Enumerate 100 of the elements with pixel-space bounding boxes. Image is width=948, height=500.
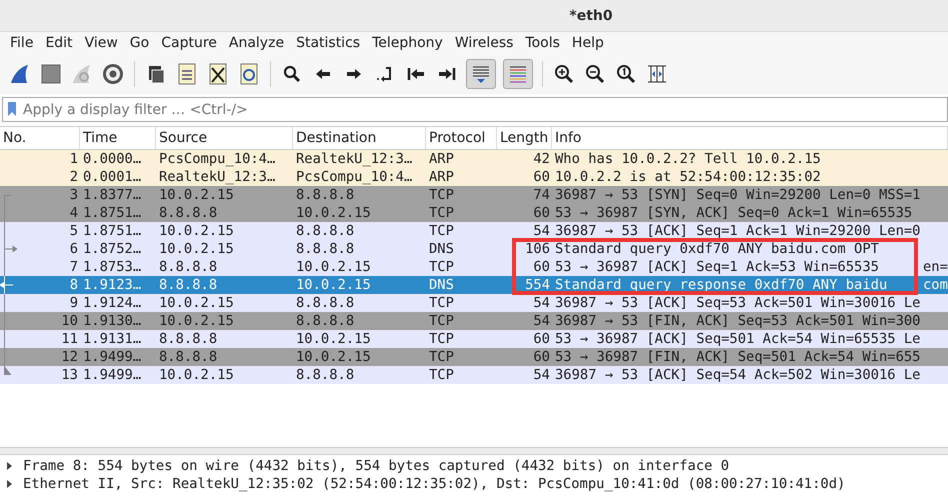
source-cell-text: RealtekU_12:3… <box>158 168 276 186</box>
column-header[interactable]: Protocol <box>426 127 497 149</box>
protocol-cell-text: TCP <box>428 204 455 222</box>
length-cell-text: 60 <box>532 348 551 366</box>
column-header[interactable]: Time <box>80 127 156 149</box>
time-cell-text: 1.8753… <box>82 258 142 276</box>
packet-row[interactable]: 5 1.8751… 10.0.2.15 8.8.8.8 TCP 54 36987 → 53 [ACK] Seq=1 Ack=1 Win=29200 Len=0 <box>0 222 948 240</box>
packet-row[interactable]: 9 1.9124… 10.0.2.15 8.8.8.8 TCP 54 36987 → 53 [ACK] Seq=53 Ack=501 Win=30016 Le <box>0 294 948 312</box>
packet-row[interactable]: 10 1.9130… 10.0.2.15 8.8.8.8 TCP 54 36987 → 53 [FIN, ACK] Seq=53 Ack=501 Win=300 <box>0 312 948 330</box>
packet-row[interactable]: 12 1.9499… 8.8.8.8 10.0.2.15 TCP 60 53 → 36987 [FIN, ACK] Seq=501 Ack=54 Win=655 <box>0 348 948 366</box>
length-cell-text: 54 <box>532 222 551 240</box>
detail-line[interactable]: Ethernet II, Src: RealtekU_12:35:02 (52:54:00:12:35:02), Dst: PcsCompu_10:41:0d (08:00:27:10:41:0d) <box>23 476 846 492</box>
packet-number: 3 <box>70 186 78 204</box>
time-cell-text: 0.0000… <box>82 150 142 168</box>
packet-row[interactable]: 4 1.8751… 8.8.8.8 10.0.2.15 TCP 60 53 → 36987 [SYN, ACK] Seq=0 Ack=1 Win=65535 <box>0 204 948 222</box>
length-cell-text: 60 <box>532 168 551 186</box>
zoom-out-icon[interactable] <box>583 62 607 86</box>
info-cell-text: 36987 → 53 [FIN, ACK] Seq=53 Ack=501 Win=300 <box>554 312 920 330</box>
source-cell-text: 8.8.8.8 <box>158 204 218 222</box>
packet-row[interactable]: 13 1.9499… 10.0.2.15 8.8.8.8 TCP 54 36987 → 53 [ACK] Seq=54 Ack=502 Win=30016 Le <box>0 366 948 384</box>
protocol-cell-text: TCP <box>428 366 455 384</box>
time-cell-text: 1.8752… <box>82 240 142 258</box>
length-cell-text: 60 <box>532 204 551 222</box>
column-header[interactable]: No. <box>0 127 80 149</box>
packet-row[interactable]: 8 1.9123… 8.8.8.8 10.0.2.15 DNS 554 Standard query response 0xdf70 ANY baidu com <box>0 276 948 294</box>
time-cell-text: 0.0001… <box>82 168 142 186</box>
destination-cell-text: 10.0.2.15 <box>295 330 372 348</box>
menu-item[interactable]: Analyze <box>222 35 290 51</box>
menu-item[interactable]: Edit <box>39 35 79 51</box>
info-cell-text: 53 → 36987 [ACK] Seq=1 Ack=53 Win=65535 <box>554 258 880 276</box>
destination-cell-text: 8.8.8.8 <box>295 366 356 384</box>
packet-number: 13 <box>61 366 78 384</box>
info-cell-text: Who has 10.0.2.2? Tell 10.0.2.15 <box>554 150 821 168</box>
packet-row[interactable]: 1 0.0000… PcsCompu_10:4… RealtekU_12:3… ARP 42 Who has 10.0.2.2? Tell 10.0.2.15 <box>0 150 948 168</box>
length-cell-text: 60 <box>532 330 551 348</box>
packet-row[interactable]: 6 1.8752… 10.0.2.15 8.8.8.8 DNS 106 Standard query 0xdf70 ANY baidu.com OPT <box>0 240 948 258</box>
destination-cell-text: PcsCompu_10:4… <box>295 168 414 186</box>
zoom-in-icon[interactable] <box>552 62 576 86</box>
menu-item[interactable]: Wireless <box>448 35 520 51</box>
protocol-cell-text: DNS <box>428 240 455 258</box>
packet-number: 9 <box>70 294 78 312</box>
packet-row[interactable]: 3 1.8377… 10.0.2.15 8.8.8.8 TCP 74 36987 → 53 [SYN] Seq=0 Win=29200 Len=0 MSS=1 <box>0 186 948 204</box>
info-text-fragment: com <box>923 276 948 294</box>
time-cell-text: 1.9130… <box>82 312 142 330</box>
menu-item[interactable]: Go <box>124 35 156 51</box>
destination-cell-text: RealtekU_12:3… <box>295 150 414 168</box>
colorize-button[interactable] <box>503 59 533 89</box>
protocol-cell-text: DNS <box>428 276 455 294</box>
info-cell-text: Standard query response 0xdf70 ANY baidu <box>554 276 888 294</box>
packet-number: 10 <box>61 312 78 330</box>
menu-item[interactable]: View <box>78 35 124 51</box>
destination-cell-text: 8.8.8.8 <box>295 312 356 330</box>
bookmark-icon[interactable] <box>7 101 17 117</box>
detail-line[interactable]: Frame 8: 554 bytes on wire (4432 bits), 554 bytes captured (4432 bits) on interface 0 <box>23 458 730 474</box>
gear-icon[interactable] <box>101 62 125 86</box>
column-header[interactable]: Source <box>156 127 293 149</box>
protocol-cell-text: TCP <box>428 330 455 348</box>
destination-cell-text: 10.0.2.15 <box>295 258 372 276</box>
source-cell-text: 8.8.8.8 <box>158 348 218 366</box>
destination-cell-text: 8.8.8.8 <box>295 240 356 258</box>
destination-cell-text: 8.8.8.8 <box>295 186 356 204</box>
packet-row[interactable]: 2 0.0001… RealtekU_12:3… PcsCompu_10:4… ARP 60 10.0.2.2 is at 52:54:00:12:35:02 <box>0 168 948 186</box>
protocol-cell-text: TCP <box>428 348 455 366</box>
menu-item[interactable]: Telephony <box>366 35 449 51</box>
autoscroll-button[interactable] <box>466 59 496 89</box>
source-cell-text: 8.8.8.8 <box>158 330 218 348</box>
column-header[interactable]: Info <box>552 127 948 149</box>
protocol-cell-text: TCP <box>428 186 455 204</box>
stop-icon[interactable] <box>39 62 63 86</box>
source-cell-text: 10.0.2.15 <box>158 294 235 312</box>
length-cell-text: 554 <box>524 276 551 294</box>
zoom-reset-icon[interactable] <box>614 62 638 86</box>
protocol-cell-text: TCP <box>428 222 455 240</box>
packet-row[interactable]: 7 1.8753… 8.8.8.8 10.0.2.15 TCP 60 53 → 36987 [ACK] Seq=1 Ack=53 Win=65535 en= <box>0 258 948 276</box>
column-header[interactable]: Destination <box>293 127 426 149</box>
packet-number: 4 <box>70 204 78 222</box>
menu-item[interactable]: Help <box>566 35 610 51</box>
packet-row[interactable]: 11 1.9131… 8.8.8.8 10.0.2.15 TCP 60 53 → 36987 [ACK] Seq=501 Ack=54 Win=65535 Le <box>0 330 948 348</box>
packet-number: 11 <box>61 330 78 348</box>
time-cell-text: 1.9131… <box>82 330 142 348</box>
time-cell-text: 1.9124… <box>82 294 142 312</box>
time-cell-text: 1.9499… <box>82 366 142 384</box>
menu-item[interactable]: Statistics <box>290 35 366 51</box>
menu-item[interactable]: Capture <box>155 35 223 51</box>
packet-number: 6 <box>70 240 78 258</box>
packet-number: 8 <box>70 276 78 294</box>
packet-number: 12 <box>61 348 78 366</box>
expand-arrow-icon[interactable] <box>5 461 13 471</box>
protocol-cell-text: TCP <box>428 312 455 330</box>
menu-item[interactable]: Tools <box>519 35 566 51</box>
column-header[interactable]: Length <box>497 127 552 149</box>
time-cell-text: 1.8377… <box>82 186 142 204</box>
display-filter-field[interactable]: Apply a display filter … <Ctrl-/> <box>2 97 948 122</box>
menu-item[interactable]: File <box>4 35 40 51</box>
info-cell-text: 36987 → 53 [ACK] Seq=53 Ack=501 Win=30016 Le <box>554 294 920 312</box>
time-cell-text: 1.9499… <box>82 348 142 366</box>
protocol-cell-text: TCP <box>428 294 455 312</box>
expand-arrow-icon[interactable] <box>5 479 13 489</box>
time-cell-text: 1.8751… <box>82 204 142 222</box>
time-cell-text: 1.9123… <box>82 276 142 294</box>
